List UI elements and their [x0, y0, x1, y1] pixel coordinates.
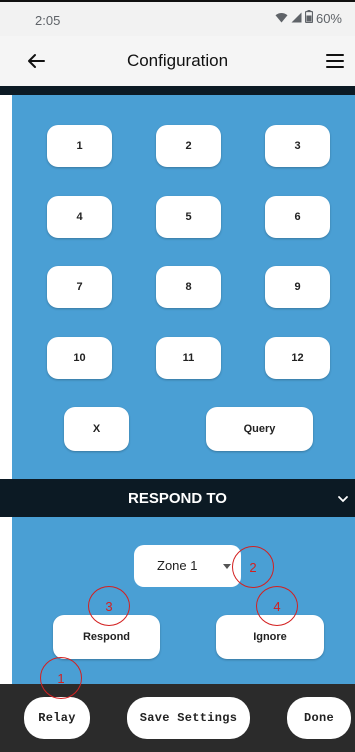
- status-time: 2:05: [35, 13, 61, 28]
- keypad-button-8[interactable]: 8: [156, 266, 221, 308]
- keypad-button-1[interactable]: 1: [47, 125, 112, 167]
- section-divider-top: [0, 86, 355, 95]
- chevron-down-icon[interactable]: [337, 492, 349, 504]
- query-button[interactable]: Query: [206, 407, 313, 451]
- status-icons: 60%: [275, 10, 342, 26]
- battery-icon: [304, 10, 314, 26]
- done-button[interactable]: Done: [287, 697, 351, 739]
- keypad-button-7[interactable]: 7: [47, 266, 112, 308]
- keypad-button-3[interactable]: 3: [265, 125, 330, 167]
- keypad-button-9[interactable]: 9: [265, 266, 330, 308]
- respond-to-header[interactable]: RESPOND TO: [0, 479, 355, 517]
- annotation-circle-2: 2: [232, 546, 274, 588]
- wifi-icon: [275, 11, 288, 26]
- annotation-circle-1: 1: [40, 657, 82, 699]
- app-bar: Configuration: [0, 36, 355, 86]
- keypad-button-10[interactable]: 10: [47, 337, 112, 379]
- status-bar: 2:05 60%: [0, 2, 355, 36]
- zone-select-value: Zone 1: [157, 558, 198, 573]
- annotation-circle-4: 4: [256, 586, 298, 626]
- page-title: Configuration: [126, 51, 229, 70]
- zone-select[interactable]: Zone 1: [134, 545, 241, 587]
- clear-button[interactable]: X: [64, 407, 129, 451]
- relay-button[interactable]: Relay: [24, 697, 90, 739]
- signal-icon: [291, 11, 302, 26]
- keypad-button-11[interactable]: 11: [156, 337, 221, 379]
- keypad-button-12[interactable]: 12: [265, 337, 330, 379]
- keypad-button-5[interactable]: 5: [156, 196, 221, 238]
- keypad-button-2[interactable]: 2: [156, 125, 221, 167]
- annotation-circle-3: 3: [88, 586, 130, 626]
- hamburger-menu-icon[interactable]: [323, 49, 347, 73]
- battery-level: 60%: [315, 10, 342, 26]
- save-settings-button[interactable]: Save Settings: [127, 697, 250, 739]
- keypad-button-4[interactable]: 4: [47, 196, 112, 238]
- respond-to-title: RESPOND TO: [128, 490, 227, 507]
- dropdown-caret-icon: [223, 564, 231, 569]
- keypad-button-6[interactable]: 6: [265, 196, 330, 238]
